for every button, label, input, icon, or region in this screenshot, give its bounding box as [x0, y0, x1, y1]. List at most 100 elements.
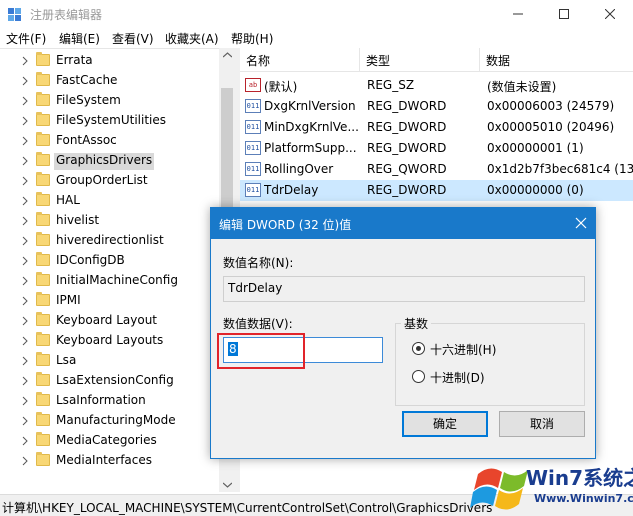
- expand-chevron-icon[interactable]: [20, 396, 30, 406]
- maximize-icon: [559, 9, 569, 19]
- tree-item-label: LsaExtensionConfig: [56, 373, 174, 387]
- title-bar[interactable]: 注册表编辑器: [0, 0, 633, 28]
- value-data: (数值未设置): [487, 80, 557, 94]
- expand-chevron-icon[interactable]: [20, 136, 30, 146]
- value-data-label: 数值数据(V):: [223, 317, 293, 331]
- base-label: 基数: [401, 315, 432, 332]
- minimize-button[interactable]: [495, 0, 541, 28]
- tree-item-label: Errata: [56, 53, 93, 67]
- folder-icon: [36, 272, 50, 286]
- tree-item[interactable]: InitialMachineConfig: [0, 271, 232, 291]
- expand-chevron-icon[interactable]: [20, 116, 30, 126]
- tree-item[interactable]: Keyboard Layout: [0, 311, 232, 331]
- expand-chevron-icon[interactable]: [20, 156, 30, 166]
- menu-view[interactable]: 查看(V): [112, 30, 154, 47]
- watermark-title: Win7系统之家: [526, 466, 633, 490]
- expand-chevron-icon[interactable]: [20, 416, 30, 426]
- folder-icon: [36, 432, 50, 446]
- tree-item[interactable]: Lsa: [0, 351, 232, 371]
- tree-item[interactable]: FontAssoc: [0, 131, 232, 151]
- binary-value-icon: 011: [245, 183, 261, 197]
- value-data: 0x00006003 (24579): [487, 99, 615, 113]
- expand-chevron-icon[interactable]: [20, 436, 30, 446]
- tree-item[interactable]: GroupOrderList: [0, 171, 232, 191]
- value-name: TdrDelay: [264, 183, 319, 197]
- tree-item[interactable]: MediaCategories: [0, 431, 232, 451]
- folder-icon: [36, 352, 50, 366]
- folder-icon: [36, 292, 50, 306]
- close-button[interactable]: [587, 0, 633, 28]
- value-data: 0x1d2b7f3bec681c4 (131: [487, 162, 633, 176]
- scroll-up-icon[interactable]: [223, 52, 232, 58]
- expand-chevron-icon[interactable]: [20, 176, 30, 186]
- value-row[interactable]: ab (默认) REG_SZ (数值未设置): [240, 75, 633, 96]
- expand-chevron-icon[interactable]: [20, 376, 30, 386]
- radio-dec[interactable]: [412, 370, 425, 383]
- expand-chevron-icon[interactable]: [20, 196, 30, 206]
- value-row[interactable]: 011 MinDxgKrnlVe... REG_DWORD 0x00005010 (2…: [240, 117, 633, 138]
- menu-file[interactable]: 文件(F): [6, 30, 46, 47]
- expand-chevron-icon[interactable]: [20, 456, 30, 466]
- value-name: RollingOver: [264, 162, 334, 176]
- ok-button[interactable]: 确定: [402, 411, 488, 437]
- tree-item[interactable]: LsaExtensionConfig: [0, 371, 232, 391]
- tree-item[interactable]: MediaInterfaces: [0, 451, 232, 471]
- tree-item[interactable]: LsaInformation: [0, 391, 232, 411]
- value-row[interactable]: 011 TdrDelay REG_DWORD 0x00000000 (0): [240, 180, 633, 201]
- watermark: Win7系统之家 Www.Winwin7.com: [470, 456, 633, 516]
- value-data: 0x00000001 (1): [487, 141, 584, 155]
- value-name-field: TdrDelay: [223, 276, 585, 302]
- expand-chevron-icon[interactable]: [20, 296, 30, 306]
- expand-chevron-icon[interactable]: [20, 276, 30, 286]
- radio-hex-label[interactable]: 十六进制(H): [430, 341, 496, 358]
- tree-item[interactable]: ManufacturingMode: [0, 411, 232, 431]
- expand-chevron-icon[interactable]: [20, 216, 30, 226]
- tree-item-label: ManufacturingMode: [56, 413, 176, 427]
- scroll-down-icon[interactable]: [223, 482, 232, 488]
- binary-value-icon: 011: [245, 162, 261, 176]
- folder-icon: [36, 112, 50, 126]
- dialog-title-bar[interactable]: 编辑 DWORD (32 位)值: [211, 208, 595, 239]
- dialog-close-icon[interactable]: [573, 215, 589, 231]
- expand-chevron-icon[interactable]: [20, 356, 30, 366]
- column-header-data[interactable]: 数据: [480, 48, 633, 72]
- value-name: (默认): [264, 80, 298, 94]
- tree-item[interactable]: Keyboard Layouts: [0, 331, 232, 351]
- radio-hex[interactable]: [412, 342, 425, 355]
- menu-help[interactable]: 帮助(H): [231, 30, 273, 47]
- expand-chevron-icon[interactable]: [20, 76, 30, 86]
- folder-icon: [36, 372, 50, 386]
- tree-item[interactable]: Errata: [0, 51, 232, 71]
- tree-item[interactable]: IDConfigDB: [0, 251, 232, 271]
- tree-item[interactable]: hivelist: [0, 211, 232, 231]
- radio-dec-label[interactable]: 十进制(D): [430, 369, 485, 386]
- expand-chevron-icon[interactable]: [20, 236, 30, 246]
- expand-chevron-icon[interactable]: [20, 316, 30, 326]
- tree-item[interactable]: FileSystem: [0, 91, 232, 111]
- menu-favorites[interactable]: 收藏夹(A): [165, 30, 219, 47]
- folder-icon: [36, 152, 50, 166]
- folder-icon: [36, 412, 50, 426]
- maximize-button[interactable]: [541, 0, 587, 28]
- tree-item[interactable]: HAL: [0, 191, 232, 211]
- value-row[interactable]: 011 PlatformSupp... REG_DWORD 0x00000001 (1…: [240, 138, 633, 159]
- column-header-type[interactable]: 类型: [360, 48, 480, 72]
- key-tree[interactable]: Errata FastCache FileSystem FileSystemUtili…: [0, 48, 236, 492]
- cancel-button[interactable]: 取消: [499, 411, 585, 437]
- column-header-name[interactable]: 名称: [240, 48, 360, 72]
- tree-item[interactable]: hiveredirectionlist: [0, 231, 232, 251]
- menu-edit[interactable]: 编辑(E): [59, 30, 100, 47]
- expand-chevron-icon[interactable]: [20, 96, 30, 106]
- tree-item-label: hiveredirectionlist: [56, 233, 164, 247]
- expand-chevron-icon[interactable]: [20, 256, 30, 266]
- expand-chevron-icon[interactable]: [20, 56, 30, 66]
- tree-item[interactable]: GraphicsDrivers: [0, 151, 232, 171]
- tree-item[interactable]: IPMI: [0, 291, 232, 311]
- value-data: 0x00000000 (0): [487, 183, 584, 197]
- tree-item[interactable]: FastCache: [0, 71, 232, 91]
- tree-item[interactable]: FileSystemUtilities: [0, 111, 232, 131]
- value-row[interactable]: 011 DxgKrnlVersion REG_DWORD 0x00006003 (24…: [240, 96, 633, 117]
- value-row[interactable]: 011 RollingOver REG_QWORD 0x1d2b7f3bec681c4…: [240, 159, 633, 180]
- expand-chevron-icon[interactable]: [20, 336, 30, 346]
- value-name: PlatformSupp...: [264, 141, 357, 155]
